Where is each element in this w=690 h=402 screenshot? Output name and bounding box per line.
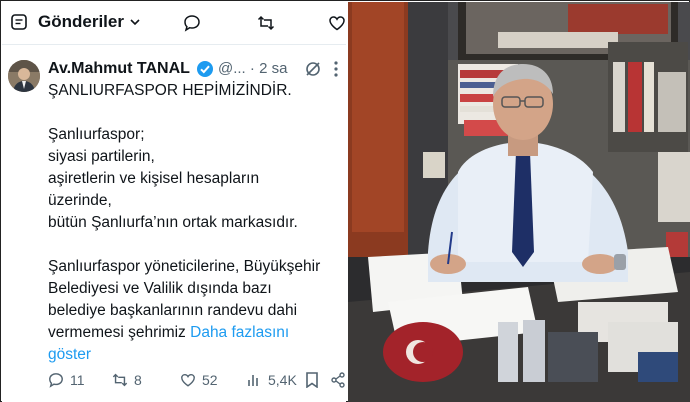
- bookmark-icon[interactable]: [305, 372, 319, 388]
- office-photo: [348, 2, 690, 402]
- share-icon[interactable]: [330, 372, 346, 388]
- tweet-line: vermemesi şehrimiz Daha fazlasını: [48, 324, 290, 341]
- retweet-count: 8: [134, 372, 142, 388]
- tweet-line: aşiretlerin ve kişisel hesapların: [48, 170, 260, 187]
- tweet-time: · 2 sa: [249, 60, 288, 77]
- tweet-line: göster: [48, 344, 346, 366]
- tweet-line: bütün Şanlıurfa’nın ortak markasıdır.: [48, 214, 298, 231]
- tweet-line: Belediyesi ve Valilik dışında bazı: [48, 280, 272, 297]
- show-more-link-cont[interactable]: göster: [48, 346, 91, 363]
- posts-icon: [11, 14, 27, 30]
- views-icon: [248, 375, 258, 386]
- avatar[interactable]: [8, 60, 40, 92]
- tweet-line: belediye başkanlarının randevu dahi: [48, 302, 298, 319]
- reply-icon[interactable]: [183, 14, 201, 37]
- tweet-line: Şanlıurfaspor;: [48, 126, 145, 143]
- page-title[interactable]: Gönderiler: [38, 12, 124, 32]
- heart-icon[interactable]: [328, 14, 346, 37]
- screenshot-frame: Gönderiler Av.Mahmut TANAL @... · 2 sa Ş…: [0, 0, 690, 402]
- retweet-action[interactable]: 8: [112, 372, 142, 388]
- tweet-line: ŞANLIURFASPOR HEPİMİZİNDİR.: [48, 82, 292, 99]
- like-count: 52: [202, 372, 218, 388]
- heart-icon: [181, 373, 195, 387]
- tweet-panel: Gönderiler Av.Mahmut TANAL @... · 2 sa Ş…: [2, 2, 346, 402]
- top-bar: Gönderiler: [2, 2, 346, 45]
- author-handle[interactable]: @... · 2 sa: [218, 60, 287, 77]
- reply-count: 11: [70, 372, 85, 388]
- retweet-icon: [112, 373, 128, 387]
- tweet-line: Şanlıurfaspor yöneticilerine, Büyükşehir: [48, 258, 321, 275]
- author-name[interactable]: Av.Mahmut TANAL: [48, 60, 190, 78]
- reply-action[interactable]: 11: [48, 372, 85, 388]
- tweet-actions: 11 8 52 5,4K: [2, 372, 346, 396]
- tweet-text: ŞANLIURFASPOR HEPİMİZİNDİR. Şanlıurfaspo…: [48, 80, 346, 366]
- like-action[interactable]: 52: [180, 372, 218, 388]
- retweet-icon[interactable]: [257, 14, 275, 37]
- views-count: 5,4K: [268, 372, 297, 388]
- reply-icon: [49, 373, 63, 388]
- show-more-link[interactable]: Daha fazlasını: [190, 324, 289, 341]
- chevron-down-icon[interactable]: [129, 15, 141, 33]
- tweet-line: siyasi partilerin,: [48, 148, 155, 165]
- views-action[interactable]: 5,4K: [246, 372, 297, 388]
- tweet-line: üzerinde,: [48, 192, 112, 209]
